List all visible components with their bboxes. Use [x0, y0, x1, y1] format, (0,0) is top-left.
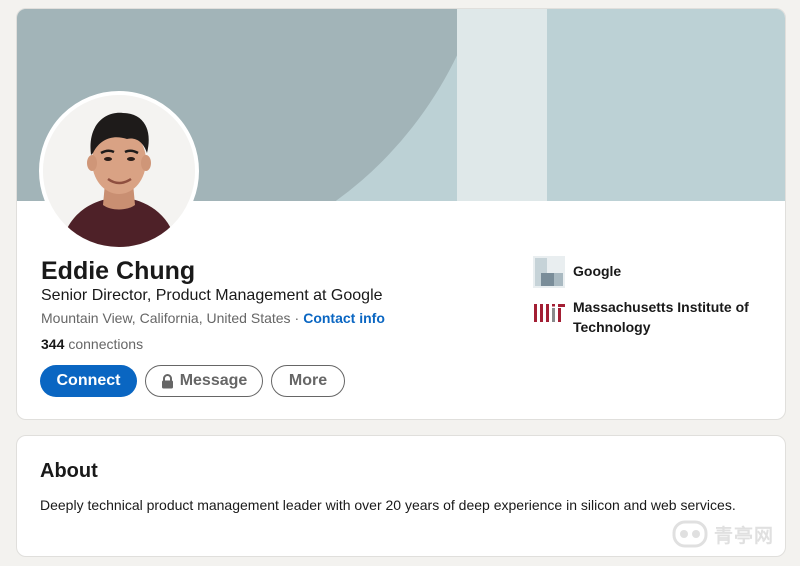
school-link[interactable]: Massachusetts Institute of Technology: [533, 297, 773, 337]
watermark-text: 青亭网: [714, 524, 775, 547]
watermark-logo-icon: [672, 520, 708, 548]
avatar[interactable]: [39, 91, 199, 251]
watermark: 青亭网: [672, 512, 790, 556]
message-button[interactable]: Message: [145, 365, 263, 397]
connections-count: 344: [41, 336, 65, 352]
location-row: Mountain View, California, United States…: [41, 310, 385, 326]
connections-label: connections: [68, 336, 144, 352]
company-logo-placeholder-icon: [533, 256, 565, 288]
location-text: Mountain View, California, United States: [41, 310, 291, 326]
banner-band-shape: [457, 9, 547, 201]
more-button-label: More: [288, 372, 328, 389]
lock-icon: [161, 373, 174, 389]
profile-headline: Senior Director, Product Management at G…: [41, 287, 383, 304]
contact-info-link[interactable]: Contact info: [303, 310, 385, 326]
profile-photo-icon: [43, 95, 195, 247]
more-button[interactable]: More: [271, 365, 345, 397]
message-button-label: Message: [179, 372, 248, 389]
about-text: Deeply technical product management lead…: [40, 497, 736, 513]
separator-dot: ·: [294, 310, 300, 326]
profile-card: Eddie Chung Senior Director, Product Man…: [16, 8, 786, 420]
about-heading: About: [40, 460, 98, 482]
profile-name: Eddie Chung: [41, 257, 196, 285]
connect-button[interactable]: Connect: [40, 365, 137, 397]
mit-logo-icon: [533, 299, 565, 331]
school-name: Massachusetts Institute of Technology: [573, 299, 749, 335]
company-name: Google: [573, 263, 622, 279]
about-card: About Deeply technical product managemen…: [16, 435, 786, 557]
connections-link[interactable]: 344 connections: [41, 336, 143, 352]
connect-button-label: Connect: [56, 372, 121, 389]
current-company-link[interactable]: Google: [533, 256, 621, 288]
